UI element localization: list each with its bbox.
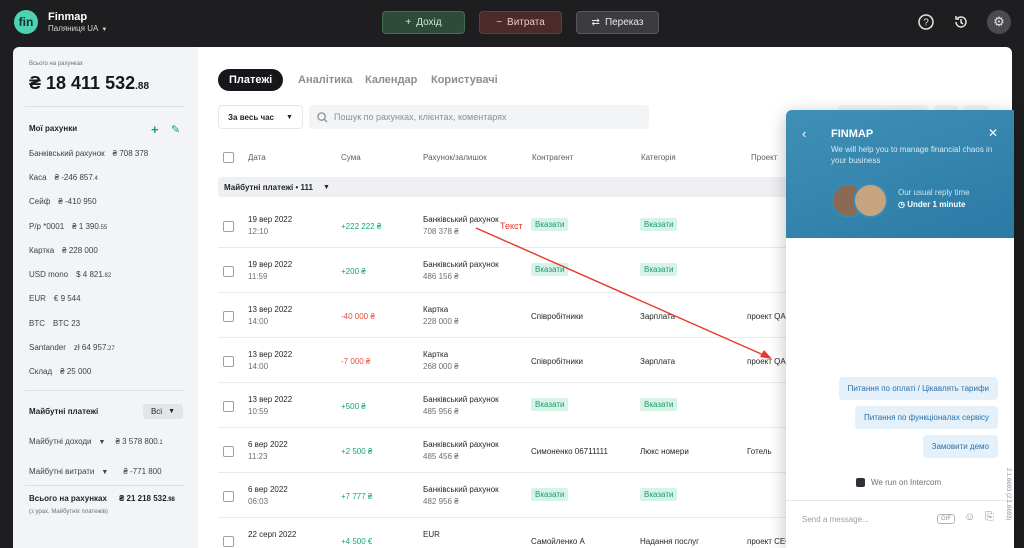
chat-subtitle: We will help you to manage financial cha… (831, 145, 993, 165)
close-icon[interactable]: ✕ (988, 126, 998, 140)
intercom-badge[interactable]: We run on Intercom (856, 478, 941, 487)
team-avatars (831, 183, 891, 218)
gif-button[interactable]: GIF (937, 514, 955, 524)
reply-time-value: ◷ Under 1 minute (898, 200, 966, 209)
quick-reply-pricing[interactable]: Питання по оплаті / Цікавлять тарифи (838, 377, 998, 400)
back-icon[interactable]: ‹ (802, 126, 806, 141)
version-label: 2.1.6693 (2.1.6693) (1005, 468, 1011, 521)
attachment-icon[interactable]: ⎘ (985, 511, 994, 524)
reply-time-label: Our usual reply time (898, 188, 970, 197)
intercom-chat: ‹ FINMAP ✕ We will help you to manage fi… (786, 110, 1014, 548)
avatar (853, 183, 888, 218)
chat-header: ‹ FINMAP ✕ We will help you to manage fi… (786, 110, 1014, 238)
annotation-text: Текст (500, 221, 523, 231)
message-composer[interactable]: Send a message... GIF ☺ ⎘ (786, 500, 1014, 548)
quick-reply-demo[interactable]: Замовити демо (922, 435, 998, 458)
chat-title: FINMAP (831, 128, 874, 140)
quick-reply-features[interactable]: Питання по функціоналах сервісу (855, 406, 998, 429)
intercom-icon (856, 478, 865, 487)
emoji-icon[interactable]: ☺ (964, 511, 975, 523)
message-input[interactable]: Send a message... (802, 515, 869, 524)
clock-icon: ◷ (898, 200, 908, 209)
